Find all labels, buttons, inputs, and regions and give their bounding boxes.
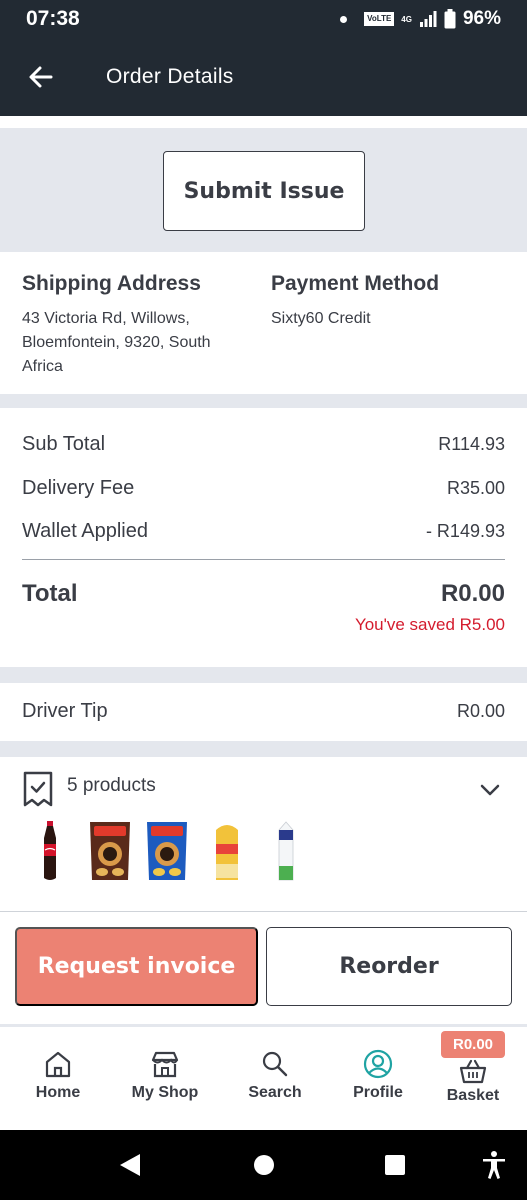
status-icons: VoLTE 4G 96% — [340, 8, 501, 30]
wallet-applied-label: Wallet Applied — [22, 520, 148, 542]
address-line: Bloemfontein, 9320, South — [22, 334, 211, 351]
home-icon — [45, 1051, 71, 1078]
signal-icon — [419, 11, 437, 27]
basket-total-badge: R0.00 — [441, 1031, 505, 1058]
system-navigation-bar — [0, 1130, 527, 1200]
profile-icon — [363, 1049, 393, 1079]
address-line: 43 Victoria Rd, Willows, — [22, 310, 190, 327]
chips-packet-chocolate-image — [90, 822, 130, 880]
wallet-applied-value: - R149.93 — [425, 521, 505, 541]
status-bar: 07:38 VoLTE 4G 96% — [0, 0, 527, 40]
driver-tip-value: R0.00 — [456, 701, 505, 721]
notification-dot-icon — [340, 15, 348, 23]
nav-item-search[interactable]: Search — [225, 1049, 325, 1119]
back-triangle-icon[interactable] — [118, 1152, 142, 1178]
submit-issue-button[interactable]: Submit Issue — [163, 151, 365, 231]
nav-item-home[interactable]: Home — [8, 1049, 108, 1119]
battery-icon — [444, 9, 456, 29]
chips-packet-blue-image — [147, 822, 187, 880]
bread-loaf-image — [216, 825, 238, 880]
delivery-fee-label: Delivery Fee — [22, 477, 135, 499]
nav-label: Basket — [446, 1087, 500, 1104]
nav-item-my-shop[interactable]: My Shop — [115, 1049, 215, 1119]
search-icon — [262, 1051, 288, 1077]
recents-square-icon[interactable] — [384, 1154, 406, 1176]
section-separator — [0, 667, 527, 683]
nav-item-profile[interactable]: Profile — [328, 1049, 428, 1119]
receipt-icon — [23, 771, 53, 807]
volte-icon: VoLTE — [364, 12, 395, 26]
total-label: Total — [22, 580, 78, 607]
products-count: 5 products — [67, 775, 156, 796]
saved-amount-text: You've saved R5.00 — [354, 615, 505, 634]
request-invoice-button[interactable]: Request invoice — [15, 927, 258, 1006]
divider — [0, 911, 527, 912]
address-line: Africa — [22, 358, 63, 375]
status-time: 07:38 — [26, 7, 80, 30]
section-separator — [0, 741, 527, 757]
milk-carton-image — [278, 821, 294, 881]
products-toggle[interactable]: 5 products — [22, 770, 512, 810]
sub-total-label: Sub Total — [22, 433, 106, 455]
divider — [22, 559, 505, 560]
reorder-button[interactable]: Reorder — [266, 927, 512, 1006]
nav-label: My Shop — [131, 1084, 199, 1101]
nav-label: Search — [248, 1084, 302, 1101]
payment-method-value: Sixty60 Credit — [271, 310, 371, 327]
shipping-address-text: 43 Victoria Rd, Willows, Bloemfontein, 9… — [22, 307, 252, 379]
section-separator — [0, 394, 527, 408]
arrow-left-icon[interactable] — [26, 62, 56, 92]
shop-icon — [151, 1051, 179, 1078]
payment-method-title: Payment Method — [271, 272, 440, 295]
shipping-address-title: Shipping Address — [22, 272, 201, 295]
chevron-down-icon[interactable] — [478, 778, 502, 802]
basket-icon — [459, 1059, 487, 1084]
driver-tip-label[interactable]: Driver Tip — [22, 700, 108, 723]
total-value: R0.00 — [440, 580, 505, 607]
nav-item-basket[interactable]: Basket — [423, 1049, 523, 1119]
battery-percent: 96% — [462, 8, 501, 29]
coca-cola-bottle-image — [44, 821, 56, 880]
delivery-fee-value: R35.00 — [446, 478, 505, 498]
accessibility-icon[interactable] — [481, 1150, 507, 1180]
page-title: Order Details — [106, 65, 234, 88]
sub-total-value: R114.93 — [438, 434, 505, 454]
nav-label: Home — [35, 1084, 81, 1101]
nav-label: Profile — [353, 1084, 403, 1101]
app-bar: Order Details — [0, 40, 527, 116]
home-circle-icon[interactable] — [253, 1154, 275, 1176]
network-type: 4G — [401, 14, 412, 24]
